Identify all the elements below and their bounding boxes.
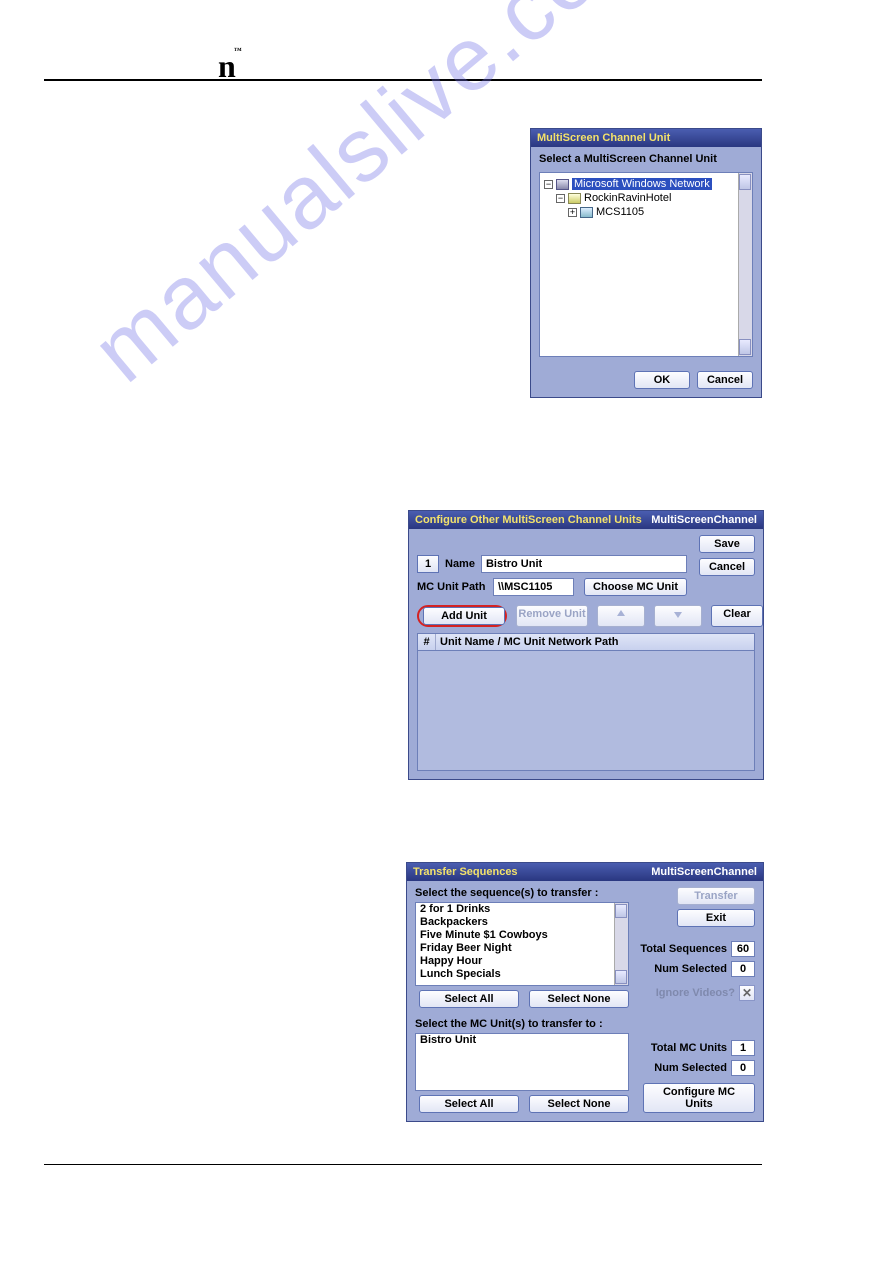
logo-n: n (218, 48, 244, 85)
total-sequences-label: Total Sequences (640, 943, 727, 955)
exit-button[interactable]: Exit (677, 909, 755, 927)
units-prompt: Select the MC Unit(s) to transfer to : (415, 1018, 755, 1030)
num-selected-seq-label: Num Selected (654, 963, 727, 975)
computer-icon (580, 207, 593, 218)
tree-node-computer[interactable]: + MCS1105 (544, 205, 748, 219)
expand-icon[interactable]: − (544, 180, 553, 189)
expand-icon[interactable]: − (556, 194, 565, 203)
total-sequences-value: 60 (731, 941, 755, 957)
network-icon (556, 179, 569, 190)
title-text: Transfer Sequences (413, 866, 518, 878)
num-selected-seq-value: 0 (731, 961, 755, 977)
arrow-up-icon (616, 609, 626, 619)
list-item[interactable]: Backpackers (416, 916, 628, 929)
save-button[interactable]: Save (699, 535, 755, 553)
select-none-seq-button[interactable]: Select None (529, 990, 629, 1008)
scrollbar[interactable] (614, 903, 628, 985)
brand-label: MultiScreenChannel (651, 514, 757, 526)
network-tree[interactable]: −Microsoft Windows Network −RockinRavinH… (539, 172, 753, 357)
remove-unit-button[interactable]: Remove Unit (516, 605, 588, 627)
list-item[interactable]: Happy Hour (416, 955, 628, 968)
configure-units-dialog: Configure Other MultiScreen Channel Unit… (408, 510, 764, 780)
scroll-down-icon[interactable] (615, 970, 627, 984)
col-index: # (418, 634, 436, 650)
move-down-button[interactable] (654, 605, 702, 627)
dialog-titlebar: MultiScreen Channel Unit (531, 129, 761, 147)
dialog-titlebar: Configure Other MultiScreen Channel Unit… (409, 511, 763, 529)
workgroup-icon (568, 193, 581, 204)
num-selected-units-label: Num Selected (654, 1062, 727, 1074)
expand-icon[interactable]: + (568, 208, 577, 217)
select-mcunit-dialog: MultiScreen Channel Unit Select a MultiS… (530, 128, 762, 398)
scroll-up-icon[interactable] (615, 904, 627, 918)
scroll-up-icon[interactable] (739, 174, 751, 190)
move-up-button[interactable] (597, 605, 645, 627)
ignore-videos-label: Ignore Videos? (656, 987, 735, 999)
units-list[interactable]: Bistro Unit (415, 1033, 629, 1091)
ok-button[interactable]: OK (634, 371, 690, 389)
arrow-down-icon (673, 609, 683, 619)
name-label: Name (445, 558, 475, 570)
tree-node-network[interactable]: − Microsoft Windows Network (544, 177, 748, 191)
grid-header: # Unit Name / MC Unit Network Path (417, 633, 755, 651)
list-item[interactable]: Bistro Unit (416, 1034, 628, 1047)
brand-label: MultiScreenChannel (651, 866, 757, 878)
path-input[interactable]: \\MSC1105 (493, 578, 574, 596)
col-name: Unit Name / MC Unit Network Path (436, 634, 754, 650)
select-none-units-button[interactable]: Select None (529, 1095, 629, 1113)
select-all-seq-button[interactable]: Select All (419, 990, 519, 1008)
watermark: manualslive.com (74, 0, 600, 403)
dialog-titlebar: Transfer Sequences MultiScreenChannel (407, 863, 763, 881)
scroll-down-icon[interactable] (739, 339, 751, 355)
num-selected-units-value: 0 (731, 1060, 755, 1076)
tree-label: RockinRavinHotel (584, 192, 671, 204)
add-unit-button[interactable]: Add Unit (423, 607, 505, 625)
list-item[interactable]: Five Minute $1 Cowboys (416, 929, 628, 942)
configure-mcunits-button[interactable]: Configure MC Units (643, 1083, 755, 1113)
unit-grid[interactable] (417, 651, 755, 771)
select-all-units-button[interactable]: Select All (419, 1095, 519, 1113)
list-item[interactable]: Friday Beer Night (416, 942, 628, 955)
ignore-videos-checkbox[interactable]: ✕ (739, 985, 755, 1001)
path-label: MC Unit Path (417, 581, 487, 593)
list-item[interactable]: Lunch Specials (416, 968, 628, 981)
select-prompt: Select a MultiScreen Channel Unit (531, 147, 761, 168)
list-item[interactable]: 2 for 1 Drinks (416, 903, 628, 916)
transfer-sequences-dialog: Transfer Sequences MultiScreenChannel Se… (406, 862, 764, 1122)
title-text: Configure Other MultiScreen Channel Unit… (415, 514, 642, 526)
tree-label: Microsoft Windows Network (572, 178, 712, 190)
total-units-value: 1 (731, 1040, 755, 1056)
add-unit-highlight: Add Unit (417, 605, 507, 627)
total-units-label: Total MC Units (651, 1042, 727, 1054)
sequences-list[interactable]: 2 for 1 Drinks Backpackers Five Minute $… (415, 902, 629, 986)
tree-label: MCS1105 (596, 206, 644, 218)
sequences-prompt: Select the sequence(s) to transfer : (415, 887, 629, 899)
transfer-button[interactable]: Transfer (677, 887, 755, 905)
clear-button[interactable]: Clear (711, 605, 763, 627)
choose-mcunit-button[interactable]: Choose MC Unit (584, 578, 687, 596)
name-input[interactable]: Bistro Unit (481, 555, 687, 573)
unit-index: 1 (417, 555, 439, 573)
cancel-button[interactable]: Cancel (699, 558, 755, 576)
scrollbar[interactable] (738, 173, 752, 356)
cancel-button[interactable]: Cancel (697, 371, 753, 389)
tree-node-workgroup[interactable]: − RockinRavinHotel (544, 191, 748, 205)
